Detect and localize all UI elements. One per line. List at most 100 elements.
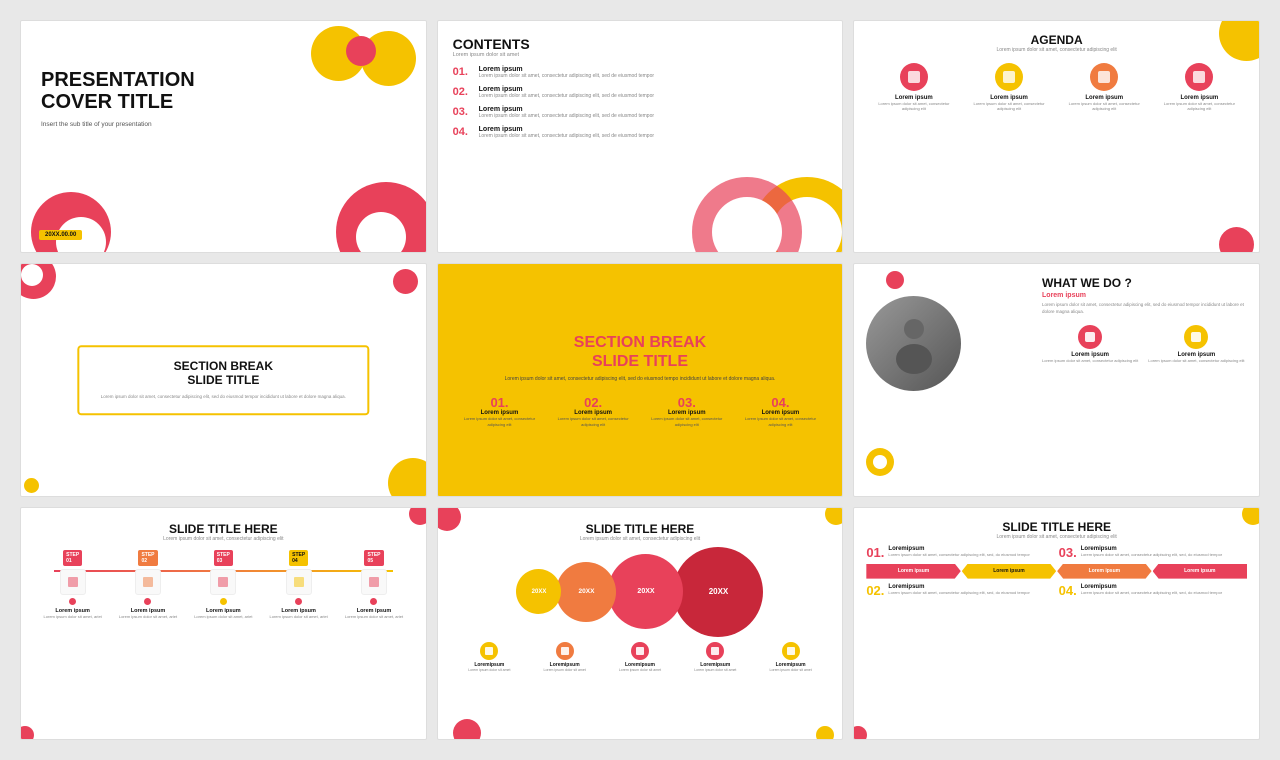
arrow-piece-1: Lorem ipsum: [866, 564, 960, 579]
deco-bl-red: [453, 719, 481, 740]
slide-cover: COMPANY NAME PRESENTATIONCOVER TITLE Ins…: [20, 20, 427, 253]
slide-arrows: SLIDE TITLE HERE Lorem ipsum dolor sit a…: [853, 507, 1260, 740]
content-item-2: 02. Lorem ipsum Lorem ipsum dolor sit am…: [453, 86, 828, 100]
agenda-title: AGENDA: [866, 33, 1247, 47]
agenda-icons-row: Lorem ipsum Lorem ipsum dolor sit amet, …: [866, 63, 1247, 111]
circles-title: SLIDE TITLE HERE: [452, 522, 829, 536]
agenda-subtitle: Lorem ipsum dolor sit amet, consectetur …: [866, 47, 1247, 53]
step-desc-4: Lorem ipsum dolor sit amet, ariet: [270, 614, 328, 619]
arrow-piece-3: Lorem ipsum: [1057, 564, 1151, 579]
arrows-subtitle: Lorem ipsum dolor sit amet, consectetur …: [866, 534, 1247, 540]
numbers-row: 01. Lorem ipsum Lorem ipsum dolor sit am…: [453, 395, 828, 426]
deco-red-top-left: [886, 271, 904, 289]
photo-section: [866, 276, 1034, 483]
tl-item-1: 01. Loremipsum Lorem ipsum dolor sit ame…: [866, 546, 1054, 559]
slide-section-break-white: SECTION BREAKSLIDE TITLE Lorem ipsum dol…: [20, 263, 427, 496]
item-title-3: Lorem ipsum: [479, 106, 654, 113]
num-desc-3: Lorem ipsum dolor sit amet, consectetur …: [646, 416, 728, 426]
slide-agenda: AGENDA Lorem ipsum dolor sit amet, conse…: [853, 20, 1260, 253]
slide-contents: CONTENTS Lorem ipsum dolor sit amet 01. …: [437, 20, 844, 253]
slide-what-we-do: WHAT WE DO ? Lorem ipsum Lorem ipsum dol…: [853, 263, 1260, 496]
item-desc-2: Lorem ipsum dolor sit amet, consectetur …: [479, 93, 654, 100]
step-3: STEP03 Lorem ipsum Lorem ipsum dolor sit…: [189, 550, 257, 619]
what-desc: Lorem ipsum dolor sit amet, consectetur …: [1042, 302, 1247, 315]
steps-container: STEP01 Lorem ipsum Lorem ipsum dolor sit…: [35, 550, 412, 619]
step-dot-4: [295, 598, 302, 605]
deco-bl-yellow: [24, 478, 39, 493]
step-2: STEP02 Lorem ipsum Lorem ipsum dolor sit…: [114, 550, 182, 619]
num-item-1: 01. Lorem ipsum Lorem ipsum dolor sit am…: [458, 395, 540, 426]
step-badge-2: STEP02: [138, 550, 157, 566]
agenda-item-2: Lorem ipsum Lorem ipsum dolor sit amet, …: [967, 63, 1051, 111]
step-desc-5: Lorem ipsum dolor sit amet, ariet: [345, 614, 403, 619]
arrow-piece-2: Lorem ipsum: [962, 564, 1056, 579]
item-title-4: Lorem ipsum: [479, 126, 654, 133]
num-label-2: 02.: [552, 395, 634, 410]
icon-desc-2: Lorem ipsum dolor sit amet, consectetur …: [1148, 358, 1244, 363]
cover-date: 20XX.00.00: [39, 230, 82, 240]
circle-icon-3: Loremipsum Lorem ipsum dolor sit amet: [606, 642, 674, 672]
step-dot-3: [220, 598, 227, 605]
slide-steps: SLIDE TITLE HERE Lorem ipsum dolor sit a…: [20, 507, 427, 740]
circle-icon-dot-4: [706, 642, 724, 660]
agenda-item-desc-2: Lorem ipsum dolor sit amet, consectetur …: [967, 101, 1051, 111]
deco-white-inner: [873, 455, 887, 469]
step-icon-2: [135, 569, 161, 595]
content-item-1: 01. Lorem ipsum Lorem ipsum dolor sit am…: [453, 66, 828, 80]
contents-items: 01. Lorem ipsum Lorem ipsum dolor sit am…: [453, 66, 828, 140]
step-badge-4: STEP04: [289, 550, 308, 566]
num-item-4: 04. Lorem ipsum Lorem ipsum dolor sit am…: [739, 395, 821, 426]
circle-icon-desc-1: Lorem ipsum dolor sit amet: [455, 668, 523, 672]
icon-desc-1: Lorem ipsum dolor sit amet, consectetur …: [1042, 358, 1138, 363]
what-subtitle: Lorem ipsum: [1042, 292, 1247, 299]
agenda-item-desc-1: Lorem ipsum dolor sit amet, consectetur …: [872, 101, 956, 111]
icon-circle-1: [1078, 325, 1102, 349]
section-break-title-yellow: SECTION BREAKSLIDE TITLE: [574, 333, 706, 371]
arrow-bar: Lorem ipsum Lorem ipsum Lorem ipsum Lore…: [866, 564, 1247, 579]
photo-circle: [866, 296, 961, 391]
agenda-item-4: Lorem ipsum Lorem ipsum dolor sit amet, …: [1158, 63, 1242, 111]
contents-subtitle: Lorem ipsum dolor sit amet: [453, 52, 828, 58]
item-num-1: 01.: [453, 66, 473, 80]
agenda-item-desc-3: Lorem ipsum dolor sit amet, consectetur …: [1062, 101, 1146, 111]
num-desc-2: Lorem ipsum dolor sit amet, consectetur …: [552, 416, 634, 426]
circle-icon-4: Loremipsum Lorem ipsum dolor sit amet: [681, 642, 749, 672]
tl-num-4: 04.: [1059, 584, 1077, 597]
circle-icon-dot-2: [556, 642, 574, 660]
timeline-grid-bottom: 02. Loremipsum Lorem ipsum dolor sit ame…: [866, 584, 1247, 597]
circle-icon-desc-2: Lorem ipsum dolor sit amet: [531, 668, 599, 672]
contents-title: CONTENTS: [453, 36, 828, 52]
step-desc-3: Lorem ipsum dolor sit amet, ariet: [194, 614, 252, 619]
step-4: STEP04 Lorem ipsum Lorem ipsum dolor sit…: [265, 550, 333, 619]
timeline-grid: 01. Loremipsum Lorem ipsum dolor sit ame…: [866, 546, 1247, 559]
item-desc-3: Lorem ipsum dolor sit amet, consectetur …: [479, 113, 654, 120]
content-section: WHAT WE DO ? Lorem ipsum Lorem ipsum dol…: [1042, 276, 1247, 483]
step-icon-3: [210, 569, 236, 595]
circles-subtitle: Lorem ipsum dolor sit amet, consectetur …: [452, 536, 829, 542]
step-desc-1: Lorem ipsum dolor sit amet, ariet: [44, 614, 102, 619]
circle-icon-1: Loremipsum Lorem ipsum dolor sit amet: [455, 642, 523, 672]
icon-circle-2: [1184, 325, 1208, 349]
circle-icon-dot-1: [480, 642, 498, 660]
section-break-title-white: SECTION BREAKSLIDE TITLE: [92, 359, 355, 388]
circle-icon-desc-3: Lorem ipsum dolor sit amet: [606, 668, 674, 672]
deco-tr-yellow: [1242, 507, 1260, 525]
step-icon-4: [286, 569, 312, 595]
what-title: WHAT WE DO ?: [1042, 276, 1247, 290]
tl-item-4: 04. Loremipsum Lorem ipsum dolor sit ame…: [1059, 584, 1247, 597]
item-title-1: Lorem ipsum: [479, 66, 654, 73]
num-desc-1: Lorem ipsum dolor sit amet, consectetur …: [458, 416, 540, 426]
section-box: SECTION BREAKSLIDE TITLE Lorem ipsum dol…: [78, 345, 369, 415]
step-dot-1: [69, 598, 76, 605]
circles-row: 20XX 20XX 20XX 20XX: [452, 547, 829, 637]
steps-subtitle: Lorem ipsum dolor sit amet, consectetur …: [35, 536, 412, 542]
arrows-title: SLIDE TITLE HERE: [866, 520, 1247, 534]
circle-1: 20XX: [516, 569, 561, 614]
circle-icon-desc-4: Lorem ipsum dolor sit amet: [681, 668, 749, 672]
item-desc-1: Lorem ipsum dolor sit amet, consectetur …: [479, 73, 654, 80]
step-icon-1: [60, 569, 86, 595]
step-badge-3: STEP03: [214, 550, 233, 566]
tl-desc-4: Lorem ipsum dolor sit amet, consectetur …: [1081, 590, 1222, 595]
step-icon-5: [361, 569, 387, 595]
deco-bl-red: [20, 726, 34, 740]
